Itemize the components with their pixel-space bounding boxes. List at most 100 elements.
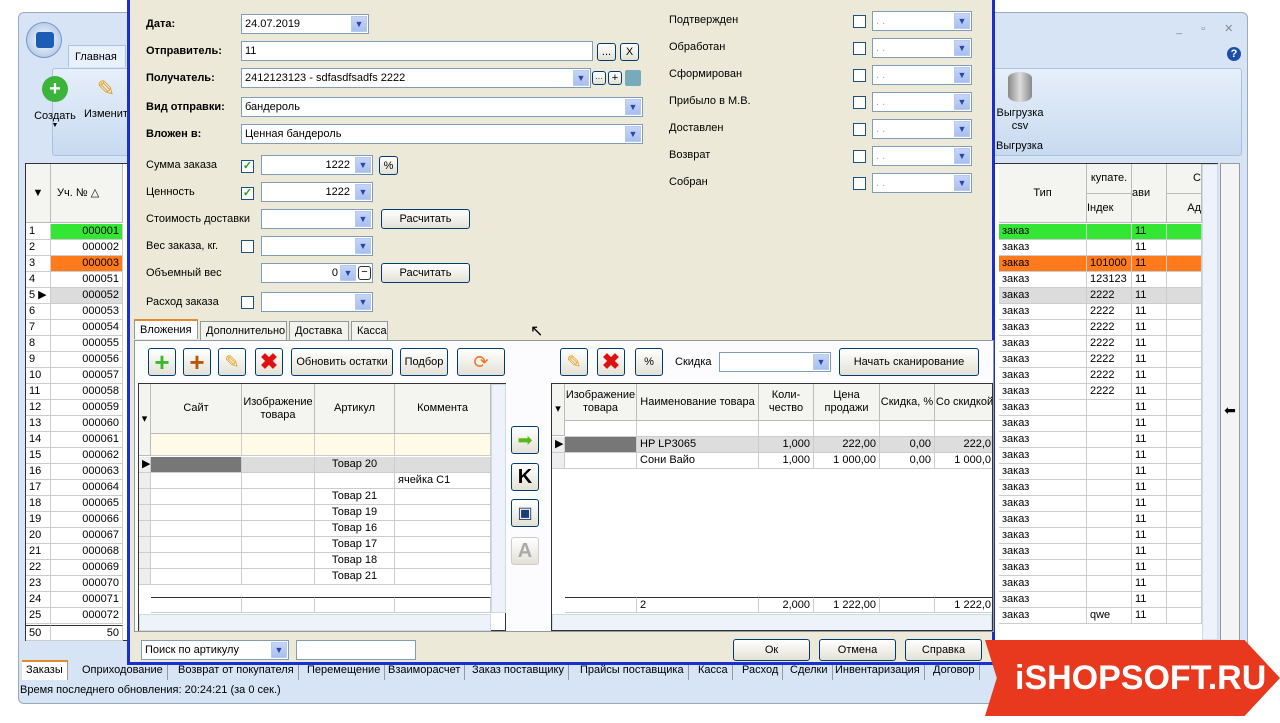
row-indicator[interactable] bbox=[552, 453, 565, 469]
lines-cell[interactable] bbox=[565, 453, 637, 469]
weight-field[interactable]: ▼ bbox=[261, 236, 373, 256]
recipient-add-button[interactable]: + bbox=[608, 71, 622, 85]
items-cell[interactable] bbox=[242, 505, 315, 521]
expense-field[interactable]: ▼ bbox=[261, 292, 373, 312]
items-cell[interactable]: Товар 21 bbox=[315, 489, 395, 505]
sender-clear-button[interactable]: X bbox=[620, 43, 639, 61]
status-checkbox[interactable] bbox=[853, 150, 866, 163]
items-cell[interactable] bbox=[151, 505, 242, 521]
items-cell[interactable]: Товар 16 bbox=[315, 521, 395, 537]
lines-cell[interactable] bbox=[565, 437, 637, 453]
date-field[interactable]: 24.07.2019 ▼ bbox=[241, 14, 369, 34]
lines-cell[interactable]: 1 000,00 bbox=[814, 453, 880, 469]
status-checkbox[interactable] bbox=[853, 69, 866, 82]
status-date-select[interactable]: . . ▼ bbox=[872, 65, 972, 85]
status-checkbox[interactable] bbox=[853, 123, 866, 136]
sum-percent-button[interactable]: % bbox=[379, 156, 398, 175]
volume-weight-field[interactable]: 0 ▼ − bbox=[261, 263, 373, 283]
status-checkbox[interactable] bbox=[853, 96, 866, 109]
sync-button[interactable]: ⟳ bbox=[457, 348, 505, 376]
items-column-header[interactable]: Изображение товара bbox=[242, 384, 315, 434]
items-cell[interactable] bbox=[395, 505, 491, 521]
items-cell[interactable] bbox=[151, 473, 242, 489]
status-checkbox[interactable] bbox=[853, 42, 866, 55]
delete-line-button[interactable]: ✖ bbox=[597, 348, 625, 376]
items-hscroll[interactable] bbox=[139, 614, 491, 631]
value-field[interactable]: 1222 ▼ bbox=[261, 182, 373, 202]
status-date-select[interactable]: . . ▼ bbox=[872, 173, 972, 193]
wallet-button[interactable]: ▣ bbox=[511, 499, 539, 527]
items-cell[interactable] bbox=[395, 553, 491, 569]
items-cell[interactable] bbox=[242, 457, 315, 473]
k-button[interactable]: K bbox=[511, 463, 539, 491]
refresh-stock-button[interactable]: Обновить остатки bbox=[291, 348, 393, 376]
items-cell[interactable] bbox=[395, 569, 491, 585]
row-indicator[interactable] bbox=[139, 489, 151, 505]
lines-column-header[interactable]: Со скидкой bbox=[935, 384, 992, 421]
row-indicator[interactable] bbox=[139, 537, 151, 553]
status-date-select[interactable]: . . ▼ bbox=[872, 119, 972, 139]
items-cell[interactable]: Товар 20 bbox=[315, 457, 395, 473]
weight-checkbox[interactable] bbox=[241, 240, 254, 253]
items-filter-cell[interactable] bbox=[395, 434, 491, 456]
ship-type-select[interactable]: бандероль ▼ bbox=[241, 97, 643, 117]
percent-button[interactable]: % bbox=[635, 348, 663, 376]
items-cell[interactable]: Товар 18 bbox=[315, 553, 395, 569]
cancel-button[interactable]: Отмена bbox=[819, 639, 896, 661]
row-indicator[interactable] bbox=[139, 473, 151, 489]
row-indicator[interactable] bbox=[139, 569, 151, 585]
lines-column-header[interactable]: Цена продажи bbox=[814, 384, 880, 421]
start-scan-button[interactable]: Начать сканирование bbox=[839, 348, 979, 376]
edit-item-button[interactable]: ✎ bbox=[218, 348, 246, 376]
lines-cell[interactable]: 222,00 bbox=[814, 437, 880, 453]
dialog-tab[interactable]: Доставка bbox=[289, 321, 349, 340]
lines-cell[interactable]: 0,00 bbox=[880, 453, 935, 469]
row-indicator[interactable] bbox=[139, 553, 151, 569]
row-indicator[interactable]: ▶ bbox=[552, 437, 565, 453]
lines-filter-cell[interactable] bbox=[880, 421, 935, 437]
pick-button[interactable]: Подбор bbox=[400, 348, 448, 376]
items-cell[interactable] bbox=[242, 553, 315, 569]
items-filter-cell[interactable] bbox=[242, 434, 315, 456]
value-checkbox[interactable]: ✓ bbox=[241, 187, 254, 200]
items-column-header[interactable]: Сайт bbox=[151, 384, 242, 434]
items-cell[interactable] bbox=[395, 537, 491, 553]
items-cell[interactable] bbox=[151, 521, 242, 537]
items-cell[interactable] bbox=[242, 489, 315, 505]
status-checkbox[interactable] bbox=[853, 177, 866, 190]
lines-hscroll[interactable] bbox=[552, 614, 992, 630]
items-column-header[interactable]: Артикул bbox=[315, 384, 395, 434]
dialog-tab[interactable]: Дополнительно bbox=[200, 321, 287, 340]
items-cell[interactable] bbox=[242, 537, 315, 553]
items-cell[interactable] bbox=[151, 489, 242, 505]
items-cell[interactable] bbox=[151, 569, 242, 585]
lines-cell[interactable]: 1,000 bbox=[759, 453, 814, 469]
edit-line-button[interactable]: ✎ bbox=[560, 348, 588, 376]
lines-cell[interactable]: HP LP3065 bbox=[637, 437, 759, 453]
status-checkbox[interactable] bbox=[853, 15, 866, 28]
items-vscroll[interactable] bbox=[491, 384, 506, 613]
expense-checkbox[interactable] bbox=[241, 296, 254, 309]
search-input[interactable] bbox=[296, 640, 416, 660]
transfer-right-button[interactable]: ➡ bbox=[511, 426, 539, 454]
add-custom-item-button[interactable]: + bbox=[183, 347, 211, 377]
sum-checkbox[interactable]: ✓ bbox=[241, 160, 254, 173]
lines-column-header[interactable]: Коли-чество bbox=[759, 384, 814, 421]
lines-cell[interactable]: 222,0 bbox=[935, 437, 992, 453]
items-cell[interactable] bbox=[395, 457, 491, 473]
lines-column-header[interactable]: Скидка, % bbox=[880, 384, 935, 421]
status-date-select[interactable]: . . ▼ bbox=[872, 92, 972, 112]
items-cell[interactable]: ячейка С1 bbox=[395, 473, 491, 489]
items-cell[interactable] bbox=[315, 473, 395, 489]
lines-filter-cell[interactable] bbox=[814, 421, 880, 437]
search-mode-select[interactable]: Поиск по артикулу ▼ bbox=[141, 640, 289, 660]
sum-field[interactable]: 1222 ▼ bbox=[261, 155, 373, 175]
status-date-select[interactable]: . . ▼ bbox=[872, 146, 972, 166]
lines-filter-cell[interactable] bbox=[637, 421, 759, 437]
row-indicator-header[interactable]: ▾ bbox=[139, 384, 151, 456]
calc-delivery-button[interactable]: Расчитать bbox=[381, 209, 470, 229]
recipient-field[interactable]: 2412123123 - sdfasdfsadfs 2222 ▼ bbox=[241, 68, 591, 88]
recipient-browse-button[interactable]: ··· bbox=[592, 71, 606, 85]
status-date-select[interactable]: . . ▼ bbox=[872, 38, 972, 58]
ok-button[interactable]: Ок bbox=[733, 639, 810, 661]
